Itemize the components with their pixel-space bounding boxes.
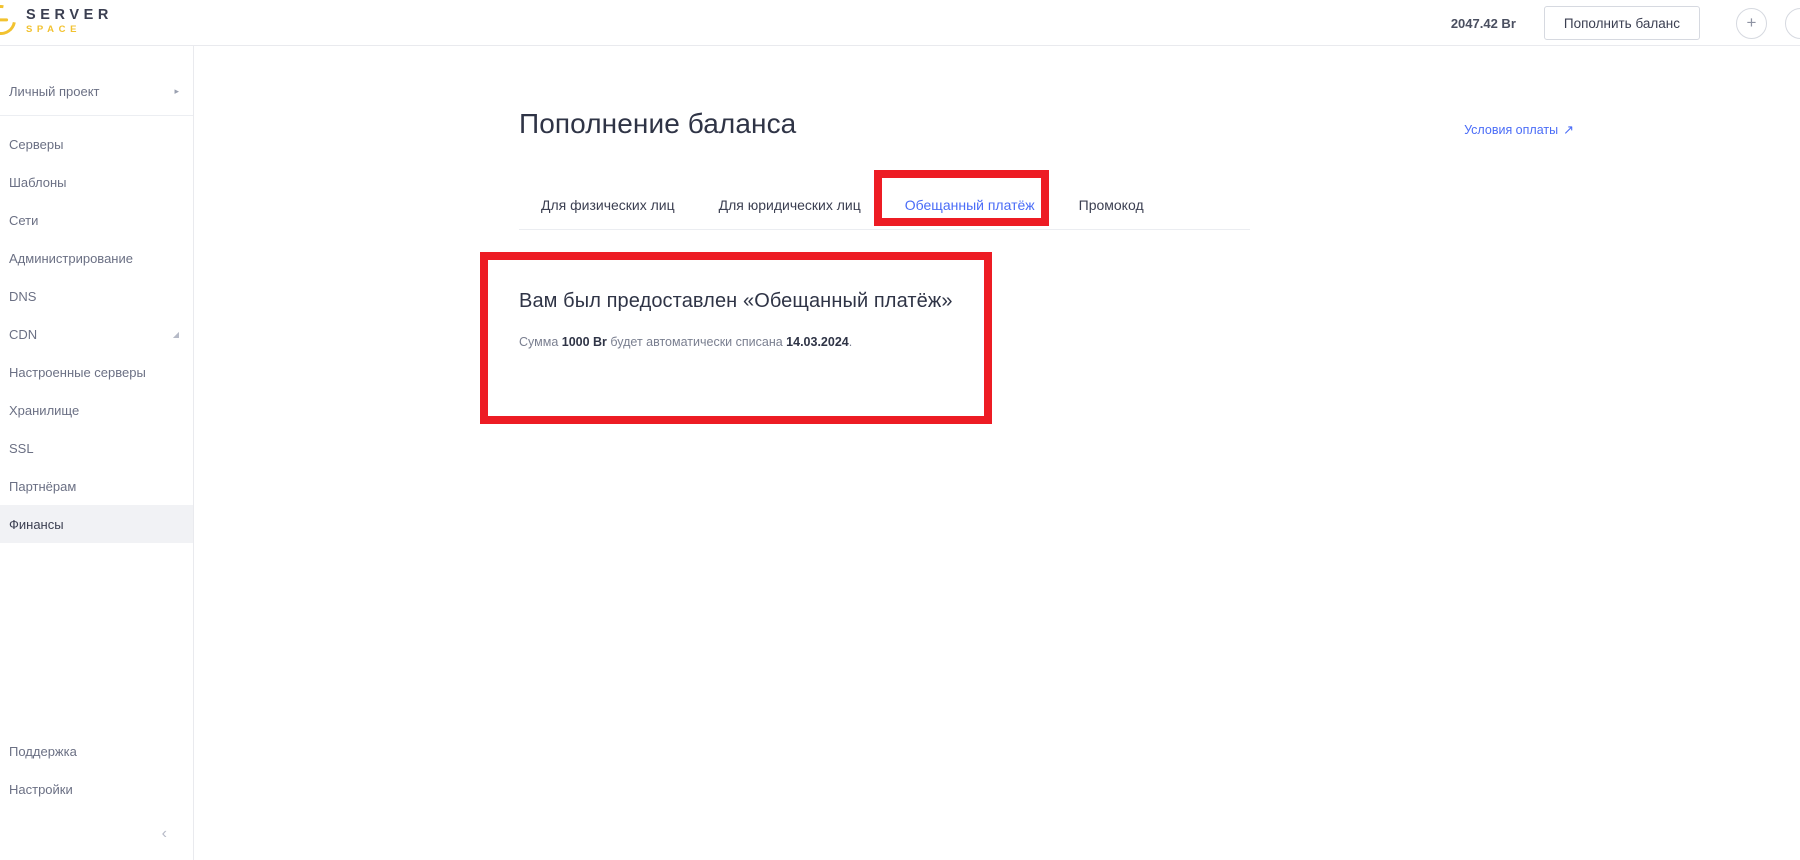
sidebar-item-5[interactable]: DNS [0,277,193,315]
sidebar-bottom: Поддержка Настройки ‹ [0,732,193,860]
account-balance: 2047.42 Br [1450,15,1516,31]
chevron-right-icon: ▸ [174,85,179,96]
sidebar-item-label: Шаблоны [9,174,67,190]
chevron-left-icon: ‹ [161,825,167,842]
sidebar-item-3[interactable]: Сети [0,201,193,239]
promised-payment-description: Сумма 1000 Br будет автоматически списан… [519,333,1159,352]
desc-amount: 1000 Br [561,335,607,349]
sidebar-bottom-item-1[interactable]: Поддержка [0,732,193,770]
brand-logo[interactable]: SERVER SPACE [0,0,113,41]
sidebar-collapse-button[interactable]: ‹ [0,808,193,860]
sidebar-item-label: Сети [9,212,39,228]
serverspace-logo-icon [0,0,22,41]
sidebar-item-4[interactable]: Администрирование [0,239,193,277]
tab-2[interactable]: Для юридических лиц [697,197,883,229]
page-title: Пополнение баланса [519,108,797,139]
sidebar-item-label: Серверы [9,136,64,152]
payment-terms-link[interactable]: Условия оплаты ↗ [1464,122,1574,138]
user-avatar-icon[interactable] [1785,7,1800,39]
tabs-section: Для физических лиц Для юридических лиц Обе… [519,170,1250,230]
payment-terms-label: Условия оплаты [1464,123,1559,137]
sidebar-project-label: Личный проект [9,83,100,99]
tab-list: Для физических лиц Для юридических лиц Обе… [519,182,1250,230]
promised-payment-card: Вам был предоставлен «Обещанный платёж» … [519,260,1159,352]
desc-date: 14.03.2024 [786,335,849,349]
sidebar: Личный проект ▸ Серверы Шаблоны Сети Админи… [0,46,194,860]
sidebar-item-10[interactable]: Партнёрам [0,467,193,505]
expand-caret-icon: ◢ [172,329,179,339]
sidebar-item-label: Настройки [9,781,73,797]
page-header: Пополнение баланса Условия оплаты ↗ [519,108,1604,140]
sidebar-item-label: CDN [9,326,38,342]
sidebar-item-8[interactable]: Хранилище [0,391,193,429]
desc-middle: будет автоматически списана [606,335,787,349]
sidebar-item-label: Хранилище [9,402,80,418]
brand-logo-top: SERVER [26,6,113,23]
sidebar-item-label: Поддержка [9,743,77,759]
sidebar-item-6[interactable]: CDN ◢ [0,315,193,353]
external-link-icon: ↗ [1563,122,1574,137]
sidebar-item-9[interactable]: SSL [0,429,193,467]
brand-logo-text: SERVER SPACE [26,6,113,35]
sidebar-divider [0,115,193,116]
sidebar-item-label: Администрирование [9,250,133,266]
plus-icon[interactable]: + [1736,7,1767,39]
sidebar-bottom-item-2[interactable]: Настройки [0,770,193,808]
sidebar-item-label: DNS [9,288,37,304]
topup-balance-button[interactable]: Пополнить баланс [1543,6,1700,40]
sidebar-bottom-nav: Поддержка Настройки [0,732,193,808]
sidebar-item-label: Партнёрам [9,478,77,494]
brand-logo-bottom: SPACE [26,24,82,35]
sidebar-project-selector[interactable]: Личный проект ▸ [0,72,193,110]
tab-3[interactable]: Обещанный платёж [883,197,1057,229]
billing-page: Пополнение баланса Условия оплаты ↗ Для … [480,108,1604,424]
promised-payment-section: Вам был предоставлен «Обещанный платёж» … [480,252,1604,424]
sidebar-item-7[interactable]: Настроенные серверы [0,353,193,391]
tab-1[interactable]: Для физических лиц [519,197,697,229]
sidebar-item-label: SSL [9,440,34,456]
sidebar-nav: Серверы Шаблоны Сети Администрирование DNS CD… [0,125,193,543]
sidebar-item-label: Настроенные серверы [9,364,146,380]
sidebar-item-11[interactable]: Финансы [0,505,193,543]
sidebar-item-label: Финансы [9,516,64,532]
main-content: Пополнение баланса Условия оплаты ↗ Для … [194,46,1800,860]
top-header: SERVER SPACE 2047.42 Br Пополнить баланс… [0,0,1800,46]
sidebar-item-2[interactable]: Шаблоны [0,163,193,201]
tab-4[interactable]: Промокод [1057,197,1166,229]
desc-prefix: Сумма [519,335,562,349]
promised-payment-title: Вам был предоставлен «Обещанный платёж» [519,290,953,312]
desc-suffix: . [848,335,853,349]
sidebar-item-1[interactable]: Серверы [0,125,193,163]
header-actions: 2047.42 Br Пополнить баланс + [1451,0,1800,46]
